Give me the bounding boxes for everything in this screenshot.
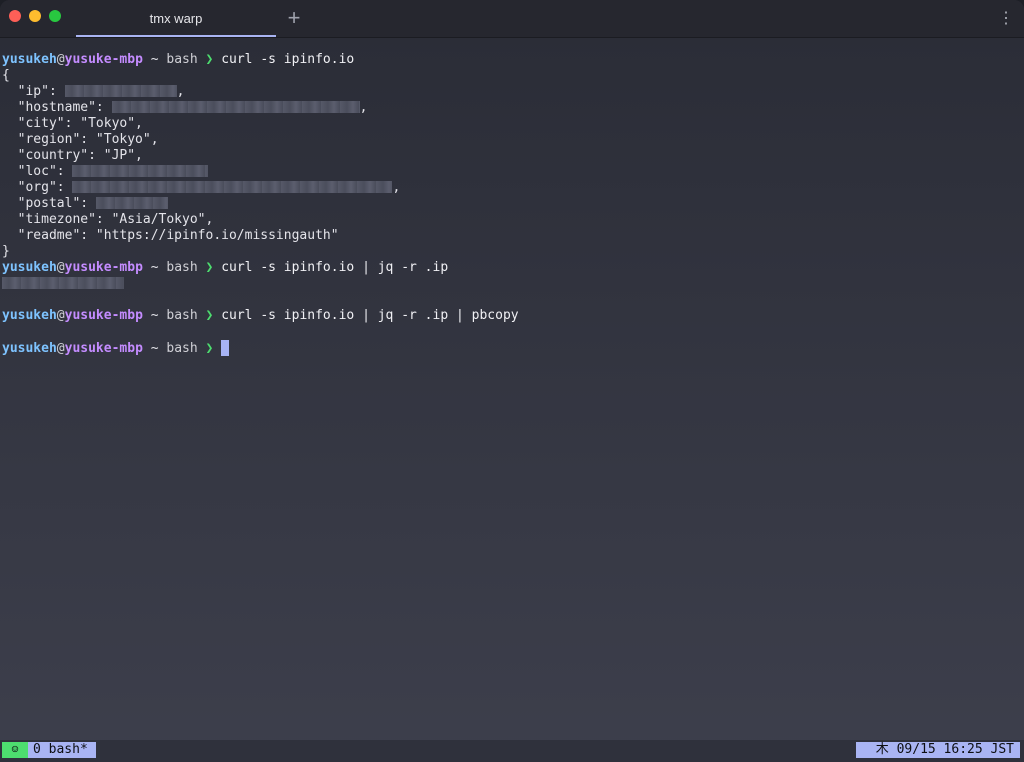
- json-key-org: "org":: [2, 180, 73, 195]
- prompt-user: yusukeh: [2, 260, 57, 275]
- output-line: }: [2, 244, 10, 259]
- more-vertical-icon[interactable]: ⋮: [998, 9, 1014, 29]
- output-line: "country": "JP",: [2, 148, 143, 163]
- output-line: "loc":: [2, 164, 1020, 180]
- prompt-path: ~: [150, 52, 159, 67]
- output-line: "hostname": ,: [2, 100, 1020, 116]
- close-icon[interactable]: [9, 10, 21, 22]
- output-line: "readme": "https://ipinfo.io/missingauth…: [2, 228, 339, 243]
- smiley-icon: ☺: [2, 742, 28, 758]
- prompt-shell: bash: [166, 260, 198, 275]
- redacted-hostname: [111, 101, 360, 113]
- plus-icon[interactable]: +: [284, 6, 304, 30]
- tmux-status-bar: ☺ 0 bash* 木 09/15 16:25 JST: [0, 740, 1024, 762]
- redacted-ip: [64, 85, 177, 97]
- tab-tmx-warp[interactable]: tmx warp: [76, 0, 276, 37]
- prompt-path: ~: [150, 308, 159, 323]
- output-line: [2, 276, 1020, 292]
- prompt-at: @: [56, 308, 65, 323]
- json-key-postal: "postal":: [2, 196, 96, 211]
- tmux-window-tab[interactable]: 0 bash*: [28, 742, 96, 758]
- prompt-path: ~: [150, 341, 159, 356]
- prompt-arrow: ❯: [205, 341, 214, 356]
- prompt-arrow: ❯: [205, 52, 214, 67]
- prompt-at: @: [56, 260, 65, 275]
- command-text: curl -s ipinfo.io | jq -r .ip | pbcopy: [221, 308, 519, 323]
- json-comma: ,: [359, 100, 368, 115]
- maximize-icon[interactable]: [49, 10, 61, 22]
- prompt-host: yusuke-mbp: [64, 260, 143, 275]
- prompt-arrow: ❯: [205, 260, 214, 275]
- redacted-loc: [72, 165, 209, 177]
- prompt-host: yusuke-mbp: [64, 341, 143, 356]
- output-line: "postal":: [2, 196, 1020, 212]
- json-comma: ,: [392, 180, 401, 195]
- terminal-window: tmx warp + ⋮ yusukeh@yusuke-mbp ~ bash ❯…: [0, 0, 1024, 762]
- command-text: curl -s ipinfo.io: [221, 52, 355, 67]
- prompt-shell: bash: [166, 52, 198, 67]
- prompt-line: yusukeh@yusuke-mbp ~ bash ❯ curl -s ipin…: [2, 308, 1020, 324]
- prompt-host: yusuke-mbp: [64, 52, 143, 67]
- prompt-line: yusukeh@yusuke-mbp ~ bash ❯ curl -s ipin…: [2, 260, 1020, 276]
- output-line: "org": ,: [2, 180, 1020, 196]
- json-key-ip: "ip":: [2, 84, 65, 99]
- minimize-icon[interactable]: [29, 10, 41, 22]
- output-line: {: [2, 68, 10, 83]
- status-datetime: 木 09/15 16:25 JST: [856, 742, 1020, 758]
- prompt-user: yusukeh: [2, 341, 57, 356]
- prompt-shell: bash: [166, 308, 198, 323]
- output-line: "ip": ,: [2, 84, 1020, 100]
- json-comma: ,: [176, 84, 185, 99]
- prompt-user: yusukeh: [2, 308, 57, 323]
- prompt-at: @: [56, 341, 65, 356]
- text-cursor[interactable]: [221, 340, 230, 356]
- json-key-loc: "loc":: [2, 164, 73, 179]
- output-line: "city": "Tokyo",: [2, 116, 143, 131]
- redacted-postal: [95, 197, 168, 209]
- prompt-at: @: [56, 52, 65, 67]
- json-key-hostname: "hostname":: [2, 100, 112, 115]
- prompt-host: yusuke-mbp: [64, 308, 143, 323]
- terminal-output[interactable]: yusukeh@yusuke-mbp ~ bash ❯ curl -s ipin…: [2, 52, 1020, 738]
- prompt-path: ~: [150, 260, 159, 275]
- prompt-line: yusukeh@yusuke-mbp ~ bash ❯: [2, 340, 1020, 356]
- redacted-org: [72, 181, 393, 193]
- prompt-line: yusukeh@yusuke-mbp ~ bash ❯ curl -s ipin…: [2, 52, 1020, 68]
- prompt-arrow: ❯: [205, 308, 214, 323]
- redacted-ip: [2, 277, 124, 289]
- command-text: curl -s ipinfo.io | jq -r .ip: [221, 260, 449, 275]
- prompt-shell: bash: [166, 341, 198, 356]
- prompt-user: yusukeh: [2, 52, 57, 67]
- output-line: "region": "Tokyo",: [2, 132, 159, 147]
- title-bar: tmx warp + ⋮: [0, 0, 1024, 38]
- output-line: "timezone": "Asia/Tokyo",: [2, 212, 214, 227]
